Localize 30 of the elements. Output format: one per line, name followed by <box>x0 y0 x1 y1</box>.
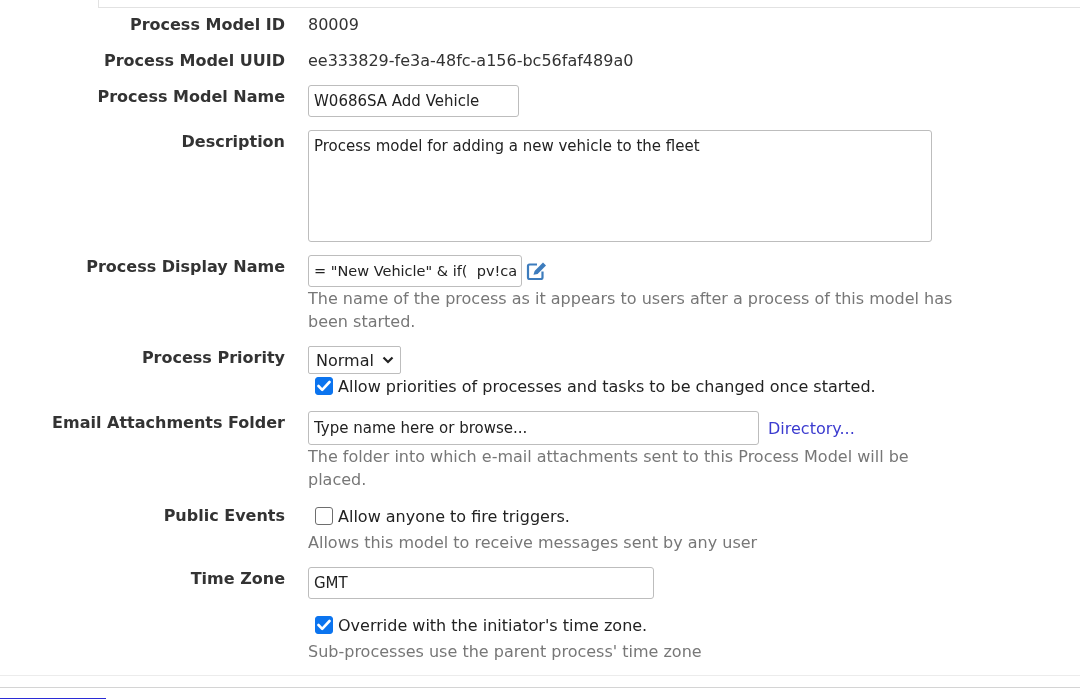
priority-select[interactable]: Normal <box>308 346 401 374</box>
checkbox[interactable] <box>315 507 333 525</box>
help-text: The folder into which e-mail attachments sent to this Process Model will be placed. <box>308 446 910 491</box>
field-label: Process Priority <box>141 347 285 369</box>
edit-icon[interactable] <box>526 262 549 280</box>
help-text: Sub-processes use the parent process' time zone <box>308 641 702 663</box>
field-label: Process Model Name <box>97 86 285 108</box>
field-label: Process Model ID <box>129 14 285 36</box>
caret-icon <box>381 356 394 364</box>
field-label: Time Zone <box>190 568 285 590</box>
directory-link[interactable]: Directory... <box>768 418 855 438</box>
field-label: Process Model UUID <box>103 50 285 72</box>
checkbox[interactable] <box>315 616 333 634</box>
field-value: 80009 <box>308 14 359 36</box>
checkbox-label: Override with the initiator's time zone. <box>338 615 648 635</box>
folder-field[interactable]: Type name here or browse... <box>308 411 759 445</box>
field-label: Description <box>181 131 285 153</box>
expression-field[interactable]: = "New Vehicle" & if( pv!ca <box>308 255 523 287</box>
description-field[interactable]: Process model for adding a new vehicle to the fleet <box>308 130 932 242</box>
field-label: Process Display Name <box>86 256 285 278</box>
field-label: Email Attachments Folder <box>52 412 285 434</box>
checkbox-label: Allow anyone to fire triggers. <box>338 506 570 526</box>
help-text: Allows this model to receive messages sent by any user <box>308 532 758 554</box>
field-label: Public Events <box>163 505 285 527</box>
checkbox[interactable] <box>315 377 333 395</box>
time-zone-field[interactable]: GMT <box>308 567 654 599</box>
field-value: ee333829-fe3a-48fc-a156-bc56faf489a0 <box>308 50 634 72</box>
help-text: The name of the process as it appears to users after a process of this model has been started. <box>308 288 954 333</box>
text-field[interactable]: W0686SA Add Vehicle <box>308 85 519 117</box>
checkbox-label: Allow priorities of processes and tasks to be changed once started. <box>338 376 876 396</box>
